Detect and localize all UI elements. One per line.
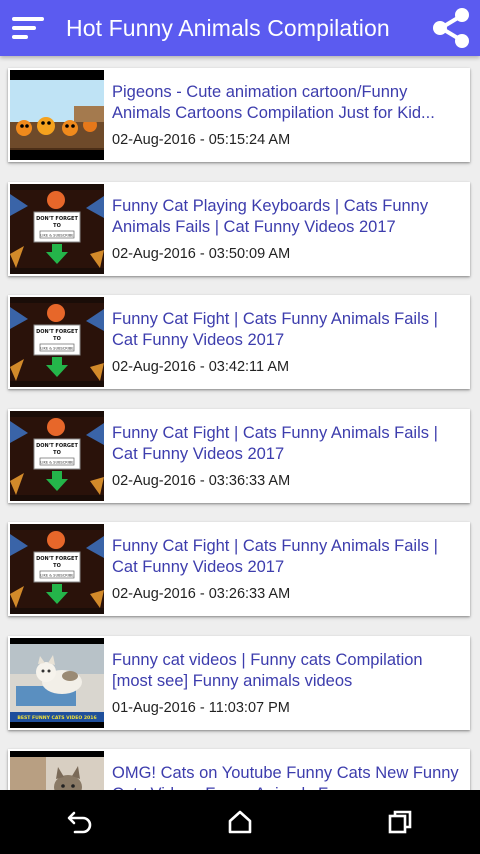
svg-text:TO: TO: [53, 223, 61, 229]
svg-text:TO: TO: [53, 336, 61, 342]
video-card[interactable]: DON'T FORGET TO LIKE & SUBSCRIBE Funny C…: [8, 181, 470, 276]
video-thumbnail[interactable]: DON'T FORGET TO LIKE & SUBSCRIBE: [10, 183, 104, 274]
system-navigation-bar: [0, 790, 480, 854]
video-thumbnail[interactable]: DON'T FORGET TO LIKE & SUBSCRIBE: [10, 297, 104, 387]
video-thumbnail[interactable]: [10, 70, 104, 160]
svg-text:TO: TO: [53, 450, 61, 456]
video-title: Funny Cat Fight | Cats Funny Animals Fai…: [112, 537, 438, 576]
video-title: Funny Cat Fight | Cats Funny Animals Fai…: [112, 423, 438, 463]
share-button[interactable]: [422, 0, 480, 56]
video-thumbnail-cat: [10, 751, 104, 790]
video-title: OMG! Cats on Youtube Funny Cats New Funn…: [112, 764, 459, 790]
svg-text:LIKE & SUBSCRIBE: LIKE & SUBSCRIBE: [40, 574, 74, 578]
svg-text:LIKE & SUBSCRIBE: LIKE & SUBSCRIBE: [40, 460, 74, 464]
video-thumbnail-cartoon: [10, 70, 104, 160]
back-icon: [67, 811, 92, 834]
video-title: Funny cat videos | Funny cats Compilatio…: [112, 650, 423, 690]
svg-text:TO: TO: [53, 563, 61, 569]
svg-text:DON'T FORGET: DON'T FORGET: [36, 556, 78, 562]
video-thumbnail[interactable]: [10, 751, 104, 790]
video-list[interactable]: Pigeons - Cute animation cartoon/Funny A…: [0, 56, 480, 790]
svg-text:BEST FUNNY CATS VIDEO 2016: BEST FUNNY CATS VIDEO 2016: [17, 715, 96, 721]
video-thumbnail[interactable]: DON'T FORGET TO LIKE & SUBSCRIBE: [10, 410, 104, 501]
svg-text:DON'T FORGET: DON'T FORGET: [36, 216, 78, 222]
video-thumbnail-cat: BEST FUNNY CATS VIDEO 2016: [10, 637, 104, 728]
video-thumbnail-reminder: DON'T FORGET TO LIKE & SUBSCRIBE: [10, 524, 104, 614]
video-title: Pigeons - Cute animation cartoon/Funny A…: [112, 83, 435, 122]
video-title: Funny Cat Playing Keyboards | Cats Funny…: [112, 196, 429, 236]
svg-text:LIKE & SUBSCRIBE: LIKE & SUBSCRIBE: [40, 233, 74, 237]
recents-icon: [388, 810, 412, 834]
video-card[interactable]: Pigeons - Cute animation cartoon/Funny A…: [8, 68, 470, 162]
video-card[interactable]: DON'T FORGET TO LIKE & SUBSCRIBE Funny C…: [8, 522, 470, 616]
video-date: 02-Aug-2016 - 03:50:09 AM: [112, 245, 291, 262]
video-date: 02-Aug-2016 - 03:26:33 AM: [112, 586, 291, 602]
share-icon: [433, 8, 469, 48]
video-thumbnail-reminder: DON'T FORGET TO LIKE & SUBSCRIBE: [10, 410, 104, 501]
video-date: 01-Aug-2016 - 11:03:07 PM: [112, 699, 290, 716]
video-card[interactable]: OMG! Cats on Youtube Funny Cats New Funn…: [8, 749, 470, 790]
menu-button[interactable]: [0, 0, 56, 56]
back-button[interactable]: [40, 790, 120, 854]
video-title: Funny Cat Fight | Cats Funny Animals Fai…: [112, 310, 438, 349]
video-thumbnail[interactable]: BEST FUNNY CATS VIDEO 2016: [10, 637, 104, 728]
hamburger-menu-icon: [12, 17, 44, 39]
video-card[interactable]: DON'T FORGET TO LIKE & SUBSCRIBE Funny C…: [8, 408, 470, 503]
svg-text:DON'T FORGET: DON'T FORGET: [36, 329, 78, 335]
video-date: 02-Aug-2016 - 05:15:24 AM: [112, 132, 291, 148]
video-date: 02-Aug-2016 - 03:42:11 AM: [112, 359, 290, 375]
recents-button[interactable]: [360, 790, 440, 854]
video-card[interactable]: BEST FUNNY CATS VIDEO 2016 Funny cat vid…: [8, 635, 470, 730]
video-thumbnail-reminder: DON'T FORGET TO LIKE & SUBSCRIBE: [10, 297, 104, 387]
video-thumbnail[interactable]: DON'T FORGET TO LIKE & SUBSCRIBE: [10, 524, 104, 614]
app-title: Hot Funny Animals Compilation: [66, 14, 390, 41]
home-icon: [228, 810, 252, 834]
video-card[interactable]: DON'T FORGET TO LIKE & SUBSCRIBE Funny C…: [8, 295, 470, 389]
app-screen: Hot Funny Animals Compilation Pigeons - …: [0, 0, 480, 854]
video-thumbnail-reminder: DON'T FORGET TO LIKE & SUBSCRIBE: [10, 183, 104, 274]
app-bar: Hot Funny Animals Compilation: [0, 0, 480, 56]
svg-text:DON'T FORGET: DON'T FORGET: [36, 443, 78, 449]
home-button[interactable]: [200, 790, 280, 854]
svg-text:LIKE & SUBSCRIBE: LIKE & SUBSCRIBE: [40, 347, 74, 351]
video-date: 02-Aug-2016 - 03:36:33 AM: [112, 472, 291, 489]
